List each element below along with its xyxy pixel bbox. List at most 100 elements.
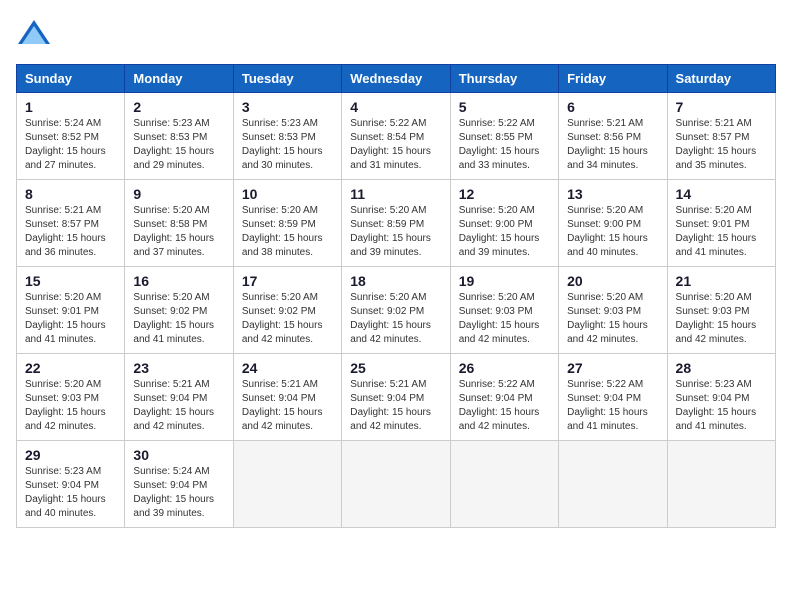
day-number: 18: [350, 273, 441, 289]
day-number: 29: [25, 447, 116, 463]
calendar-day-cell: 4 Sunrise: 5:22 AM Sunset: 8:54 PM Daylig…: [342, 93, 450, 180]
day-of-week-header: Monday: [125, 65, 233, 93]
day-number: 11: [350, 186, 441, 202]
day-number: 22: [25, 360, 116, 376]
calendar-day-cell: 28Sunrise: 5:23 AM Sunset: 9:04 PM Dayli…: [667, 354, 775, 441]
day-of-week-header: Thursday: [450, 65, 558, 93]
day-info: Sunrise: 5:24 AM Sunset: 9:04 PM Dayligh…: [133, 465, 224, 521]
calendar-day-cell: [233, 441, 341, 528]
calendar-header-row: SundayMondayTuesdayWednesdayThursdayFrid…: [17, 65, 776, 93]
day-number: 4: [350, 99, 441, 115]
calendar-day-cell: 27 Sunrise: 5:22 AM Sunset: 9:04 PM Dayli…: [559, 354, 667, 441]
day-info: Sunrise: 5:20 AM Sunset: 9:01 PM Dayligh…: [25, 291, 116, 347]
calendar-day-cell: 8 Sunrise: 5:21 AM Sunset: 8:57 PM Daylig…: [17, 180, 125, 267]
day-info: Sunrise: 5:21 AM Sunset: 9:04 PM Dayligh…: [133, 378, 224, 434]
day-number: 1: [25, 99, 116, 115]
day-info: Sunrise: 5:20 AM Sunset: 8:59 PM Dayligh…: [350, 204, 441, 260]
calendar-day-cell: 23 Sunrise: 5:21 AM Sunset: 9:04 PM Dayli…: [125, 354, 233, 441]
calendar-day-cell: 18 Sunrise: 5:20 AM Sunset: 9:02 PM Dayli…: [342, 267, 450, 354]
day-number: 10: [242, 186, 333, 202]
day-info: Sunrise: 5:20 AM Sunset: 9:02 PM Dayligh…: [242, 291, 333, 347]
day-info: Sunrise: 5:20 AM Sunset: 8:58 PM Dayligh…: [133, 204, 224, 260]
day-number: 7: [676, 99, 767, 115]
calendar-day-cell: 17 Sunrise: 5:20 AM Sunset: 9:02 PM Dayli…: [233, 267, 341, 354]
day-number: 24: [242, 360, 333, 376]
calendar-day-cell: [667, 441, 775, 528]
day-number: 16: [133, 273, 224, 289]
calendar-week-row: 8 Sunrise: 5:21 AM Sunset: 8:57 PM Daylig…: [17, 180, 776, 267]
day-number: 25: [350, 360, 441, 376]
day-info: Sunrise: 5:21 AM Sunset: 9:04 PM Dayligh…: [350, 378, 441, 434]
calendar-day-cell: 14 Sunrise: 5:20 AM Sunset: 9:01 PM Dayli…: [667, 180, 775, 267]
calendar-week-row: 22 Sunrise: 5:20 AM Sunset: 9:03 PM Dayli…: [17, 354, 776, 441]
day-number: 27: [567, 360, 658, 376]
day-number: 9: [133, 186, 224, 202]
calendar-day-cell: 29 Sunrise: 5:23 AM Sunset: 9:04 PM Dayli…: [17, 441, 125, 528]
day-info: Sunrise: 5:22 AM Sunset: 9:04 PM Dayligh…: [567, 378, 658, 434]
day-info: Sunrise: 5:21 AM Sunset: 8:57 PM Dayligh…: [676, 117, 767, 173]
day-number: 19: [459, 273, 550, 289]
calendar-day-cell: 24 Sunrise: 5:21 AM Sunset: 9:04 PM Dayli…: [233, 354, 341, 441]
calendar-day-cell: [559, 441, 667, 528]
calendar-day-cell: 11 Sunrise: 5:20 AM Sunset: 8:59 PM Dayli…: [342, 180, 450, 267]
day-info: Sunrise: 5:24 AM Sunset: 8:52 PM Dayligh…: [25, 117, 116, 173]
calendar-day-cell: 2Sunrise: 5:23 AM Sunset: 8:53 PM Daylig…: [125, 93, 233, 180]
calendar-day-cell: 25 Sunrise: 5:21 AM Sunset: 9:04 PM Dayli…: [342, 354, 450, 441]
logo: [16, 16, 58, 52]
calendar-day-cell: 10 Sunrise: 5:20 AM Sunset: 8:59 PM Dayli…: [233, 180, 341, 267]
day-number: 8: [25, 186, 116, 202]
day-number: 14: [676, 186, 767, 202]
day-number: 15: [25, 273, 116, 289]
day-info: Sunrise: 5:20 AM Sunset: 9:00 PM Dayligh…: [567, 204, 658, 260]
calendar-week-row: 15 Sunrise: 5:20 AM Sunset: 9:01 PM Dayli…: [17, 267, 776, 354]
day-info: Sunrise: 5:21 AM Sunset: 8:57 PM Dayligh…: [25, 204, 116, 260]
day-number: 3: [242, 99, 333, 115]
day-number: 2: [133, 99, 224, 115]
day-info: Sunrise: 5:21 AM Sunset: 8:56 PM Dayligh…: [567, 117, 658, 173]
day-number: 23: [133, 360, 224, 376]
calendar-day-cell: 6 Sunrise: 5:21 AM Sunset: 8:56 PM Daylig…: [559, 93, 667, 180]
day-info: Sunrise: 5:21 AM Sunset: 9:04 PM Dayligh…: [242, 378, 333, 434]
day-info: Sunrise: 5:20 AM Sunset: 9:03 PM Dayligh…: [25, 378, 116, 434]
calendar-day-cell: 9 Sunrise: 5:20 AM Sunset: 8:58 PM Daylig…: [125, 180, 233, 267]
day-number: 13: [567, 186, 658, 202]
day-number: 17: [242, 273, 333, 289]
day-number: 6: [567, 99, 658, 115]
day-info: Sunrise: 5:23 AM Sunset: 8:53 PM Dayligh…: [242, 117, 333, 173]
calendar-day-cell: 30 Sunrise: 5:24 AM Sunset: 9:04 PM Dayli…: [125, 441, 233, 528]
day-of-week-header: Friday: [559, 65, 667, 93]
calendar-day-cell: 13 Sunrise: 5:20 AM Sunset: 9:00 PM Dayli…: [559, 180, 667, 267]
day-of-week-header: Wednesday: [342, 65, 450, 93]
day-info: Sunrise: 5:23 AM Sunset: 9:04 PM Dayligh…: [676, 378, 767, 434]
day-info: Sunrise: 5:23 AM Sunset: 9:04 PM Dayligh…: [25, 465, 116, 521]
page-header: [16, 16, 776, 52]
calendar-day-cell: 22 Sunrise: 5:20 AM Sunset: 9:03 PM Dayli…: [17, 354, 125, 441]
day-info: Sunrise: 5:20 AM Sunset: 9:03 PM Dayligh…: [459, 291, 550, 347]
calendar-day-cell: 7 Sunrise: 5:21 AM Sunset: 8:57 PM Daylig…: [667, 93, 775, 180]
day-of-week-header: Saturday: [667, 65, 775, 93]
day-info: Sunrise: 5:20 AM Sunset: 9:01 PM Dayligh…: [676, 204, 767, 260]
day-info: Sunrise: 5:22 AM Sunset: 8:55 PM Dayligh…: [459, 117, 550, 173]
day-of-week-header: Tuesday: [233, 65, 341, 93]
day-info: Sunrise: 5:20 AM Sunset: 9:02 PM Dayligh…: [350, 291, 441, 347]
calendar-day-cell: 1 Sunrise: 5:24 AM Sunset: 8:52 PM Daylig…: [17, 93, 125, 180]
calendar-day-cell: 20 Sunrise: 5:20 AM Sunset: 9:03 PM Dayli…: [559, 267, 667, 354]
calendar-day-cell: 21Sunrise: 5:20 AM Sunset: 9:03 PM Dayli…: [667, 267, 775, 354]
day-info: Sunrise: 5:22 AM Sunset: 8:54 PM Dayligh…: [350, 117, 441, 173]
day-info: Sunrise: 5:20 AM Sunset: 8:59 PM Dayligh…: [242, 204, 333, 260]
day-number: 26: [459, 360, 550, 376]
day-of-week-header: Sunday: [17, 65, 125, 93]
calendar-week-row: 29 Sunrise: 5:23 AM Sunset: 9:04 PM Dayli…: [17, 441, 776, 528]
day-number: 12: [459, 186, 550, 202]
calendar-day-cell: 3 Sunrise: 5:23 AM Sunset: 8:53 PM Daylig…: [233, 93, 341, 180]
calendar-day-cell: 16 Sunrise: 5:20 AM Sunset: 9:02 PM Dayli…: [125, 267, 233, 354]
calendar-week-row: 1 Sunrise: 5:24 AM Sunset: 8:52 PM Daylig…: [17, 93, 776, 180]
day-number: 20: [567, 273, 658, 289]
day-info: Sunrise: 5:20 AM Sunset: 9:03 PM Dayligh…: [676, 291, 767, 347]
calendar-day-cell: [342, 441, 450, 528]
day-number: 30: [133, 447, 224, 463]
day-info: Sunrise: 5:20 AM Sunset: 9:02 PM Dayligh…: [133, 291, 224, 347]
day-info: Sunrise: 5:20 AM Sunset: 9:03 PM Dayligh…: [567, 291, 658, 347]
logo-icon: [16, 16, 52, 52]
day-info: Sunrise: 5:22 AM Sunset: 9:04 PM Dayligh…: [459, 378, 550, 434]
